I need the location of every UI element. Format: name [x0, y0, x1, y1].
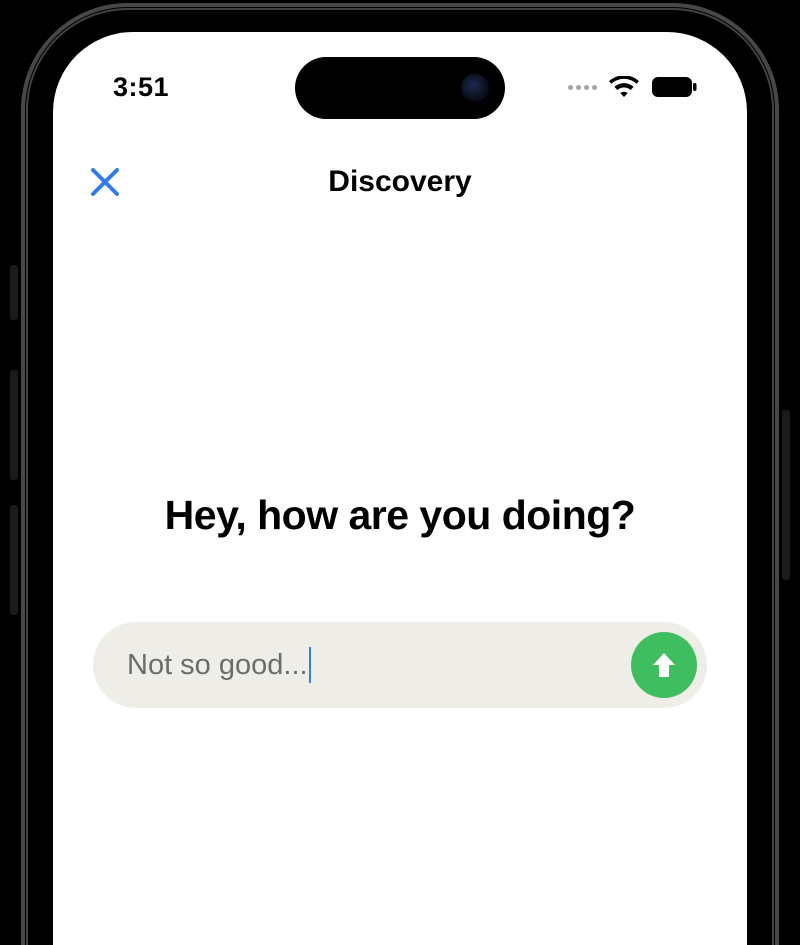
front-camera-icon [461, 74, 489, 102]
device-frame: 3:51 [18, 0, 782, 945]
nav-bar: Discovery [53, 152, 747, 212]
device-volume-up [10, 370, 18, 480]
device-power-button [782, 410, 790, 580]
battery-icon [651, 76, 697, 98]
prompt-text: Hey, how are you doing? [53, 492, 747, 539]
status-time: 3:51 [113, 72, 169, 103]
message-input-value: Not so good... [127, 649, 308, 682]
close-button[interactable] [85, 162, 125, 202]
arrow-up-icon [647, 648, 681, 682]
cellular-dots-icon [568, 85, 597, 90]
dynamic-island [295, 57, 505, 119]
nav-title: Discovery [328, 165, 471, 199]
device-mute-switch [10, 265, 18, 320]
screen: 3:51 [53, 32, 747, 945]
close-icon [90, 167, 120, 197]
send-button[interactable] [631, 632, 697, 698]
text-caret [309, 647, 312, 683]
message-input[interactable]: Not so good... [127, 647, 631, 683]
device-volume-down [10, 505, 18, 615]
message-input-container: Not so good... [93, 622, 707, 708]
wifi-icon [609, 76, 639, 98]
